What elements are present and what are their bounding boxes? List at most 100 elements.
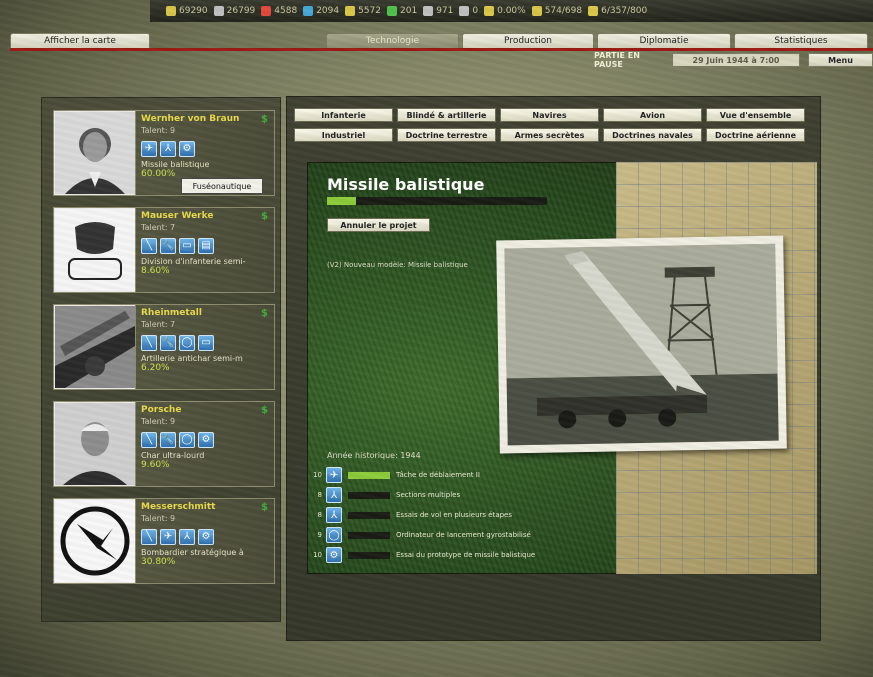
oil-icon <box>303 6 314 16</box>
team-specialties: ╲ 🔧 ◯ ▭ <box>141 335 269 351</box>
team-progress: 8.60% <box>141 266 170 276</box>
team-name: Messerschmitt <box>141 502 216 512</box>
team-portrait <box>54 402 136 486</box>
resource-value: 971 <box>436 6 454 16</box>
menu-button[interactable]: Menu <box>808 53 873 67</box>
tech-description: (V2) Nouveau modèle: Missile balistique <box>327 261 468 269</box>
energy-icon <box>261 6 272 16</box>
tab-secret-weapons[interactable]: Armes secrètes <box>500 128 599 142</box>
gear-icon[interactable]: ⚙ <box>198 432 214 448</box>
date-display: 29 Juin 1944 à 7:00 <box>672 53 800 67</box>
team-specialties: ╲ 🔧 ▭ ▤ <box>141 238 269 254</box>
resource-item: 4588 <box>261 6 297 16</box>
requirement-row[interactable]: 9 ◯ Ordinateur de lancement gyrostabilis… <box>310 526 610 544</box>
requirement-progress <box>348 531 390 539</box>
requirement-row[interactable]: 10 ⚙ Essai du prototype de missile balis… <box>310 546 610 564</box>
team-card[interactable]: Rheinmetall Talent: 7 ╲ 🔧 ◯ ▭ Artillerie… <box>53 304 275 390</box>
requirement-progress <box>348 471 390 479</box>
team-card[interactable]: Porsche Talent: 9 ╲ 🔧 ◯ ⚙ Char ultra-lou… <box>53 401 275 487</box>
rifle-icon[interactable]: ╲ <box>141 529 157 545</box>
lightbulb-icon[interactable]: ◯ <box>179 432 195 448</box>
requirement-progress <box>348 551 390 559</box>
team-project: Missile balistique <box>141 160 210 169</box>
team-name: Porsche <box>141 405 182 415</box>
resource-item: 6/357/800 <box>588 6 647 16</box>
team-info: Rheinmetall Talent: 7 ╲ 🔧 ◯ ▭ Artillerie… <box>136 305 274 389</box>
propeller-icon: ⅄ <box>326 487 342 503</box>
tab-ships[interactable]: Navires <box>500 108 599 122</box>
blueprint-icon[interactable]: ▭ <box>179 238 195 254</box>
resource-value: 201 <box>400 6 418 16</box>
gear-icon[interactable]: ⚙ <box>179 141 195 157</box>
team-portrait <box>54 111 136 195</box>
resource-item: 2094 <box>303 6 339 16</box>
requirement-row[interactable]: 8 ⅄ Essais de vol en plusieurs étapes <box>310 506 610 524</box>
requirement-progress <box>348 491 390 499</box>
rifle-icon[interactable]: ╲ <box>141 335 157 351</box>
tab-armor-artillery[interactable]: Blindé & artillerie <box>397 108 496 122</box>
tab-statistics[interactable]: Statistiques <box>734 33 868 49</box>
wrench-icon[interactable]: 🔧 <box>160 335 176 351</box>
tab-overview[interactable]: Vue d'ensemble <box>706 108 805 122</box>
money-icon: $ <box>261 114 268 125</box>
tab-naval-doctrine[interactable]: Doctrines navales <box>603 128 702 142</box>
rifle-icon[interactable]: ╲ <box>141 432 157 448</box>
team-logo <box>54 499 136 583</box>
tab-diplomacy[interactable]: Diplomatie <box>597 33 731 49</box>
requirement-label: Ordinateur de lancement gyrostabilisé <box>396 531 531 539</box>
team-talent: Talent: 7 <box>141 320 176 329</box>
resource-value: 0.00% <box>497 6 526 16</box>
team-talent: Talent: 9 <box>141 514 176 523</box>
rocket-icon[interactable]: ✈ <box>160 529 176 545</box>
resource-item: 69290 <box>166 6 208 16</box>
money-icon: $ <box>261 211 268 222</box>
lightbulb-icon[interactable]: ◯ <box>179 335 195 351</box>
research-teams-panel: Wernher von Braun Talent: 9 ✈ ⅄ ⚙ Missil… <box>41 97 281 622</box>
propeller-icon[interactable]: ⅄ <box>160 141 176 157</box>
team-specialties: ╲ 🔧 ◯ ⚙ <box>141 432 269 448</box>
wrench-icon[interactable]: 🔧 <box>160 432 176 448</box>
team-project: Artillerie antichar semi-m <box>141 354 243 363</box>
tab-map[interactable]: Afficher la carte <box>10 33 150 49</box>
propeller-icon[interactable]: ⅄ <box>179 529 195 545</box>
tab-land-doctrine[interactable]: Doctrine terrestre <box>397 128 496 142</box>
tab-industrial[interactable]: Industriel <box>294 128 393 142</box>
resource-value: 4588 <box>274 6 298 16</box>
paused-indicator: PARTIE EN PAUSE <box>594 51 640 69</box>
requirement-level: 10 <box>313 471 322 479</box>
requirement-label: Essai du prototype de missile balistique <box>396 551 536 559</box>
gear-icon[interactable]: ⚙ <box>198 529 214 545</box>
leadership-icon <box>588 6 599 16</box>
team-project: Char ultra-lourd <box>141 451 205 460</box>
tab-air-doctrine[interactable]: Doctrine aérienne <box>706 128 805 142</box>
tab-infantry[interactable]: Infanterie <box>294 108 393 122</box>
team-talent: Talent: 9 <box>141 126 176 135</box>
team-card[interactable]: Messerschmitt Talent: 9 ╲ ✈ ⅄ ⚙ Bombardi… <box>53 498 275 584</box>
requirement-label: Tâche de déblaiement II <box>396 471 480 479</box>
requirement-level: 8 <box>317 511 322 519</box>
historical-year: Année historique: 1944 <box>327 451 421 460</box>
tab-aircraft[interactable]: Avion <box>603 108 702 122</box>
rocket-icon[interactable]: ✈ <box>141 141 157 157</box>
resource-bar: 69290 26799 4588 2094 5572 201 971 0 0.00% 574/69… <box>150 0 873 22</box>
industry-icon <box>166 6 176 16</box>
resource-value: 5572 <box>358 6 381 16</box>
resource-item: 0.00% <box>484 6 526 16</box>
document-icon[interactable]: ▤ <box>198 238 214 254</box>
team-specialties: ╲ ✈ ⅄ ⚙ <box>141 529 269 545</box>
requirement-row[interactable]: 8 ⅄ Sections multiples <box>310 486 610 504</box>
v2-rocket-photo <box>496 235 787 454</box>
blueprint-icon[interactable]: ▭ <box>198 335 214 351</box>
cancel-project-button[interactable]: Annuler le projet <box>327 218 430 232</box>
tab-technology[interactable]: Technologie <box>326 33 459 49</box>
nuclear-icon <box>459 6 470 16</box>
team-info: Messerschmitt Talent: 9 ╲ ✈ ⅄ ⚙ Bombardi… <box>136 499 274 583</box>
team-project: Bombardier stratégique à <box>141 548 244 557</box>
team-card[interactable]: Mauser Werke Talent: 7 ╲ 🔧 ▭ ▤ Division … <box>53 207 275 293</box>
tab-production[interactable]: Production <box>462 33 594 49</box>
rifle-icon[interactable]: ╲ <box>141 238 157 254</box>
wrench-icon[interactable]: 🔧 <box>160 238 176 254</box>
requirement-row[interactable]: 10 ✈ Tâche de déblaiement II <box>310 466 610 484</box>
specialty-tooltip: Fuséonautique <box>181 178 263 194</box>
resource-value: 0 <box>472 6 479 16</box>
